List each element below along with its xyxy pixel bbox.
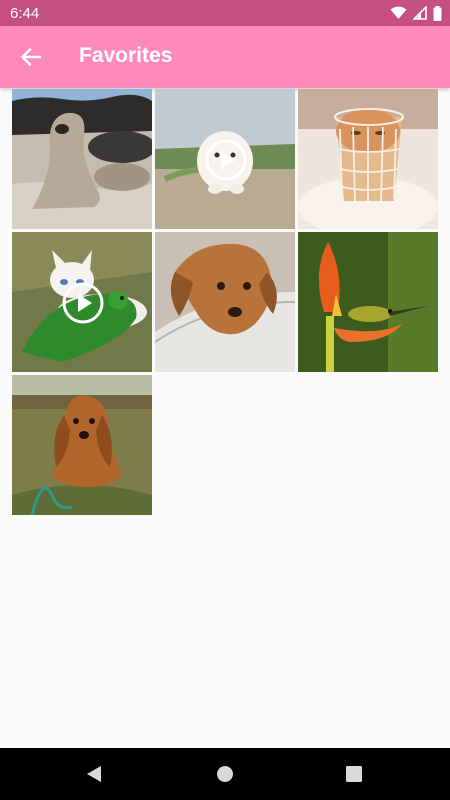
navigation-bar [0,748,450,800]
nav-back-button[interactable] [82,762,106,786]
back-triangle-icon [87,766,101,782]
nav-home-button[interactable] [213,762,237,786]
back-button[interactable] [14,42,48,72]
play-icon[interactable] [62,282,104,324]
gallery-item-seal[interactable] [12,89,152,229]
page-title: Favorites [79,44,173,67]
nav-recents-button[interactable] [342,762,366,786]
seal-photo [12,89,152,229]
arrow-back-icon [21,48,41,66]
gallery-item-dog-grass[interactable] [12,375,152,515]
bird-flower-photo [298,232,438,372]
wifi-icon [390,6,407,19]
gallery-item-puppy-video[interactable] [155,89,295,229]
battery-icon [433,5,442,21]
gallery-item-kitten-parrot-video[interactable] [12,232,152,372]
gallery-item-bird-flower[interactable] [298,232,438,372]
dog-grass-photo [12,375,152,515]
status-time: 6:44 [10,5,40,22]
signal-icon [413,6,427,20]
status-icons [390,5,442,21]
app-bar: Favorites [0,26,450,88]
gallery-item-dog-lap[interactable] [155,232,295,372]
dog-lap-photo [155,232,295,372]
status-bar: 6:44 [0,0,450,26]
favorites-grid [12,89,439,517]
home-circle-icon [217,766,233,782]
cat-basket-photo [298,89,438,229]
play-icon[interactable] [205,139,247,181]
recents-square-icon [346,766,362,782]
gallery-item-cat-basket[interactable] [298,89,438,229]
